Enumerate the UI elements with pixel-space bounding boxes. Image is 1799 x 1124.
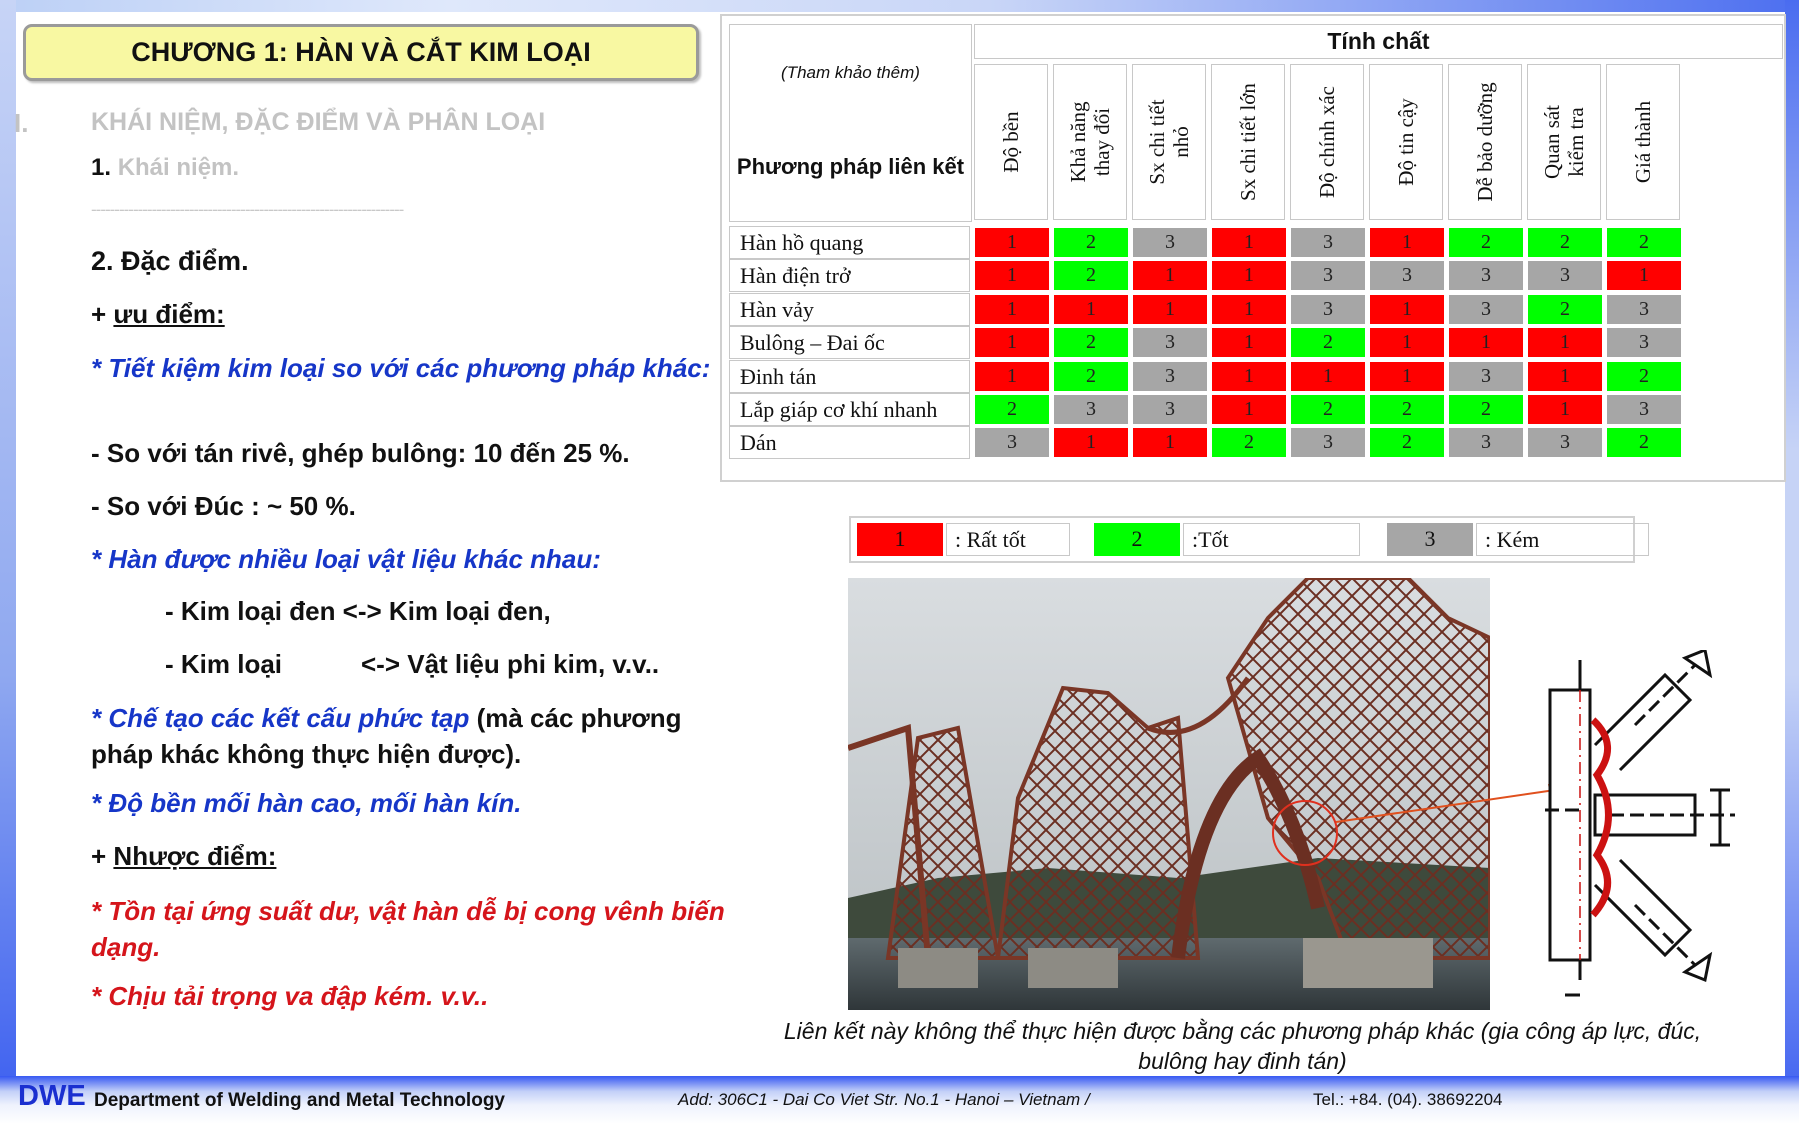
photo-caption: Liên kết này không thể thực hiện được bằ… bbox=[783, 1018, 1702, 1074]
footer-bar: DWE Department of Welding and Metal Tech… bbox=[0, 1076, 1799, 1124]
footer-telephone: Tel.: +84. (04). 38692204 bbox=[1313, 1090, 1503, 1109]
footer-department: Department of Welding and Metal Technolo… bbox=[94, 1090, 505, 1111]
weld-joint-drawing bbox=[1525, 647, 1755, 1000]
footer-logo: DWE bbox=[18, 1080, 86, 1112]
footer-address: Add: 306C1 - Dai Co Viet Str. No.1 - Han… bbox=[678, 1090, 1090, 1109]
